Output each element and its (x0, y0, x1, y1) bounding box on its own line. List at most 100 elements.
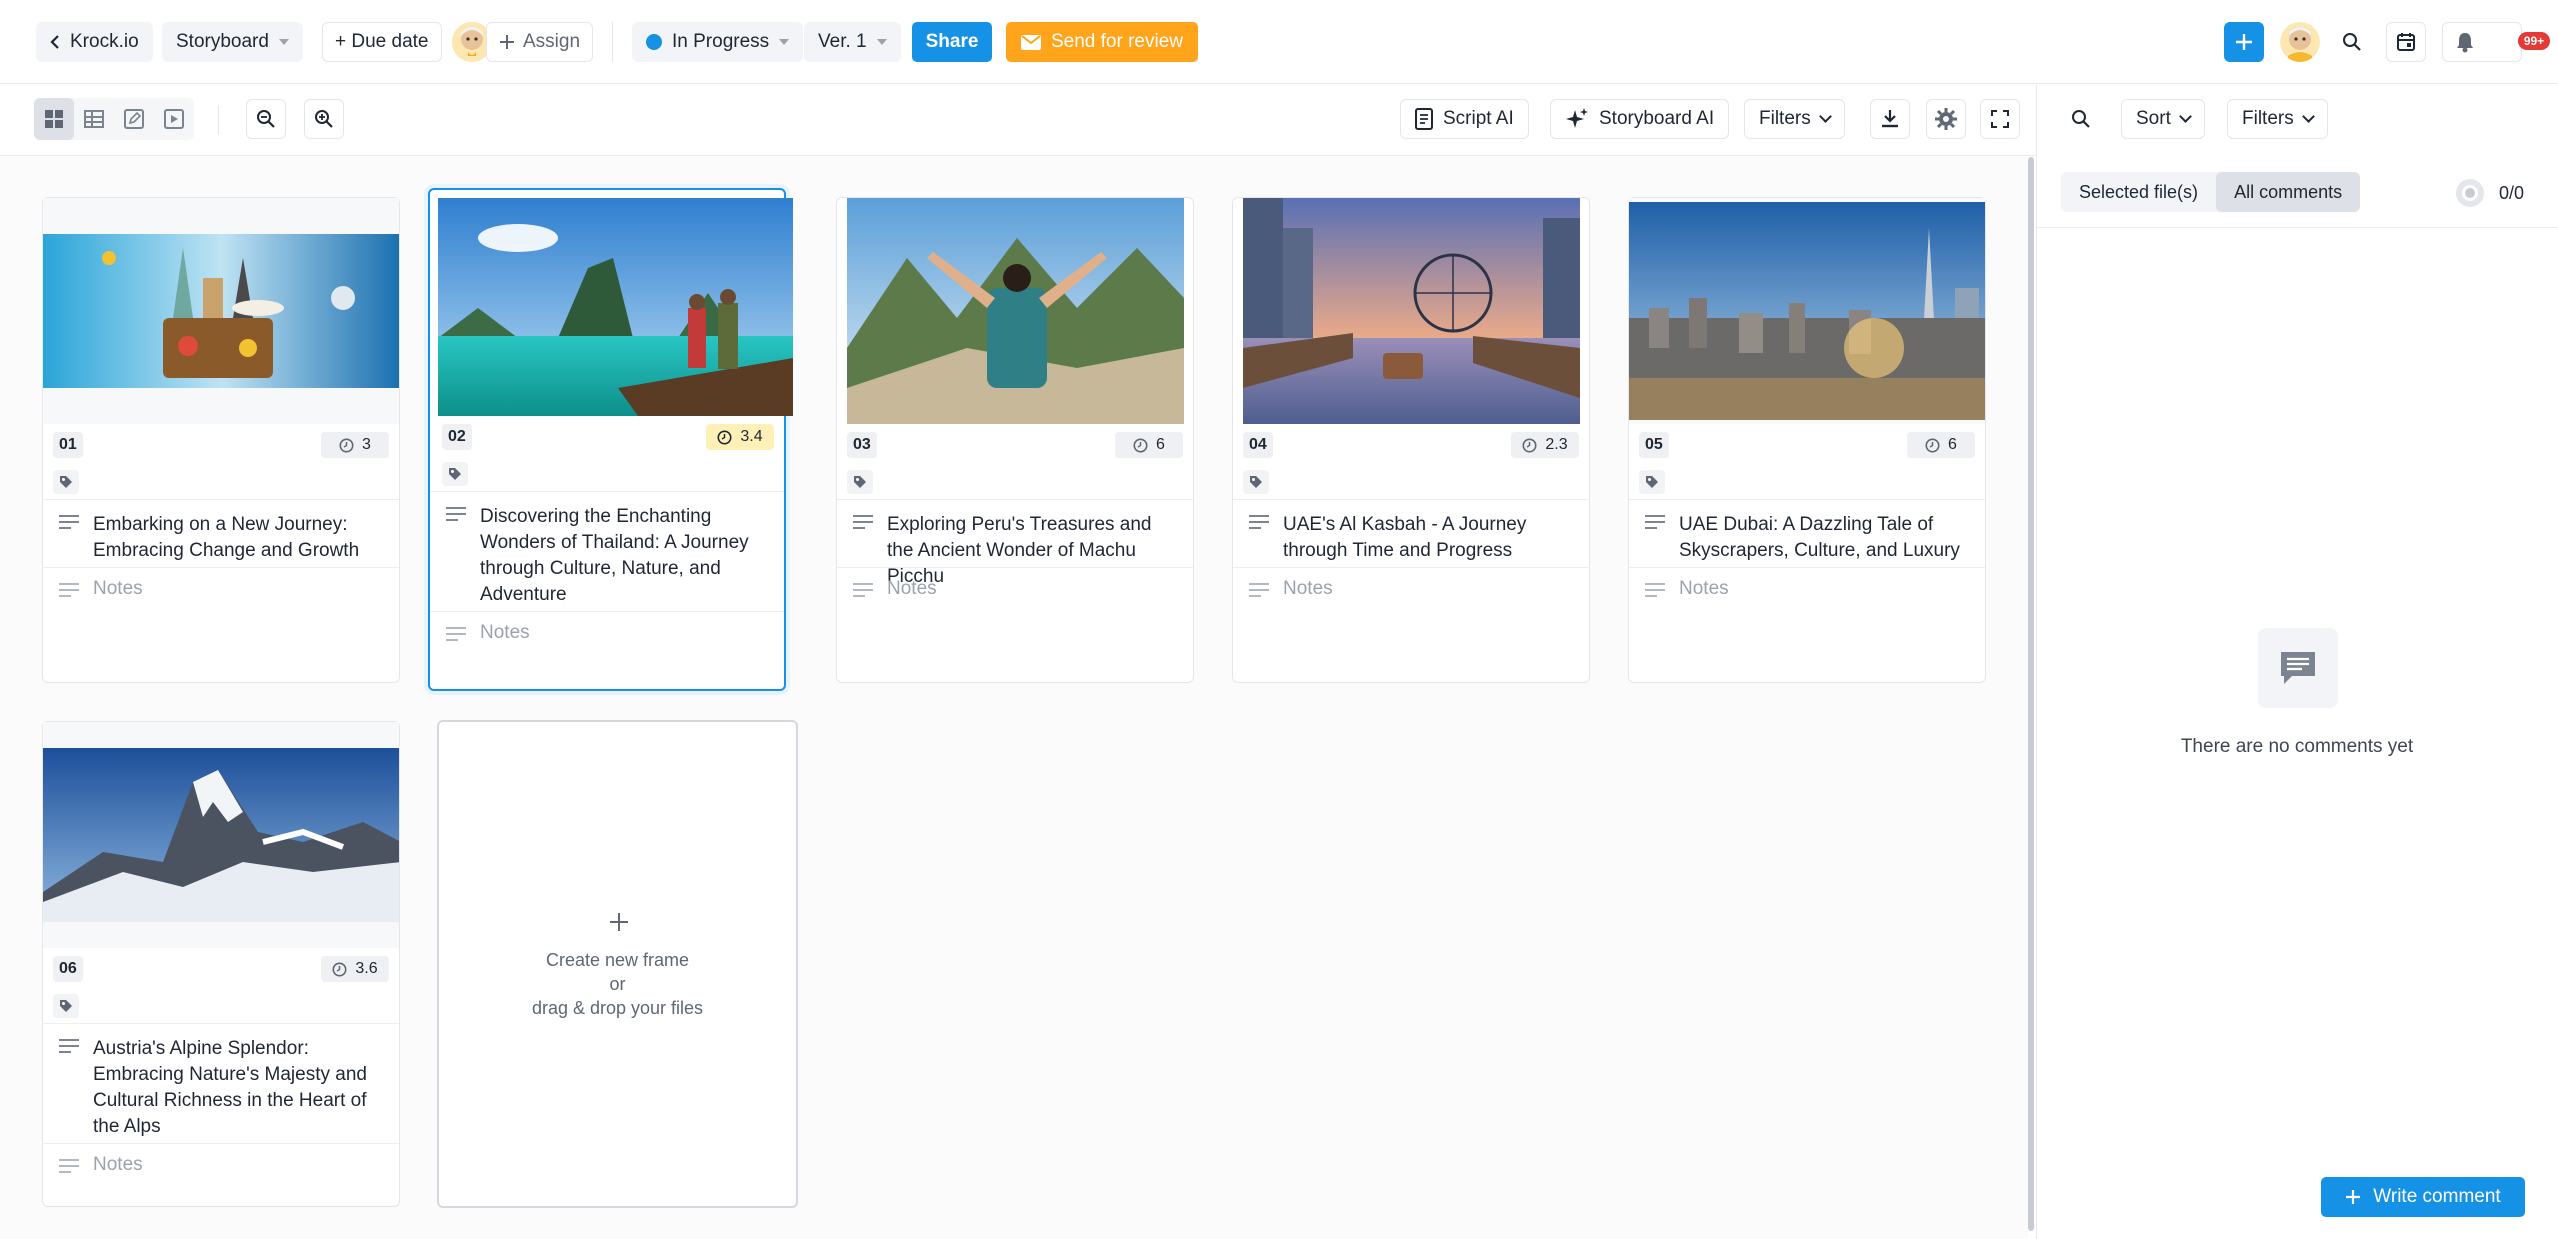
tag-icon (449, 468, 461, 480)
due-date-button[interactable]: + Due date (322, 22, 442, 62)
presentation-view-button[interactable] (154, 98, 194, 140)
add-button[interactable] (2224, 22, 2264, 62)
bell-icon (2457, 33, 2473, 53)
duration-badge[interactable]: 3.6 (321, 956, 389, 982)
zoom-out-button[interactable] (246, 99, 286, 139)
duration-badge[interactable]: 3 (321, 432, 389, 458)
tab-all-comments[interactable]: All comments (2216, 172, 2361, 212)
tag-button[interactable] (53, 994, 79, 1018)
tag-button[interactable] (847, 470, 873, 494)
frame-card[interactable]: 05 6 UAE Dubai: A Dazzling Tale of Skysc… (1628, 197, 1986, 683)
frame-card-selected[interactable]: 02 3.4 Discovering the Enchanting Wonder… (428, 188, 793, 691)
frame-script[interactable]: UAE Dubai: A Dazzling Tale of Skyscraper… (1629, 500, 1985, 568)
frame-thumbnail[interactable] (847, 198, 1184, 424)
download-icon (1882, 110, 1898, 128)
frame-thumbnail[interactable] (438, 198, 793, 416)
settings-button[interactable] (1926, 99, 1966, 139)
frame-script[interactable]: UAE's Al Kasbah - A Journey through Time… (1233, 500, 1589, 568)
download-button[interactable] (1870, 99, 1910, 139)
frame-card[interactable]: 06 3.6 Austria's Alpine Splendor: Embrac… (42, 721, 400, 1207)
frame-card[interactable]: 03 6 Exploring Peru's Treasures and the … (836, 197, 1194, 683)
version-select[interactable]: Ver. 1 (804, 22, 901, 62)
fullscreen-button[interactable] (1980, 99, 2020, 139)
presentation-icon (164, 109, 184, 129)
text-lines-icon (1645, 515, 1665, 529)
table-view-button[interactable] (74, 98, 114, 140)
frame-notes[interactable]: Notes (43, 568, 399, 612)
frame-meta: 06 3.6 (43, 948, 399, 1024)
script-text: Discovering the Enchanting Wonders of Th… (480, 506, 749, 605)
frame-notes[interactable]: Notes (1233, 568, 1589, 612)
frame-script[interactable]: Embarking on a New Journey: Embracing Ch… (43, 500, 399, 568)
write-comment-button[interactable]: Write comment (2321, 1177, 2525, 1217)
dubai-skyline-image (1629, 198, 1985, 424)
script-text: UAE's Al Kasbah - A Journey through Time… (1283, 514, 1527, 561)
tab-selected-files[interactable]: Selected file(s) (2061, 172, 2216, 212)
status-select[interactable]: In Progress (632, 22, 804, 62)
grid-view-button[interactable] (34, 98, 74, 140)
frame-card[interactable]: 04 2.3 UAE's Al Kasbah - A Journey throu… (1232, 197, 1590, 683)
sort-button[interactable]: Sort (2121, 99, 2205, 139)
comment-bubble-icon (2281, 652, 2315, 684)
machu-picchu-image (847, 198, 1184, 424)
back-button[interactable]: Krock.io (36, 22, 153, 62)
text-lines-icon (446, 507, 466, 521)
tag-button[interactable] (1243, 470, 1269, 494)
caret-down-icon (779, 39, 790, 45)
frame-notes[interactable]: Notes (1629, 568, 1985, 612)
notes-placeholder: Notes (887, 578, 937, 599)
user-avatar[interactable] (2280, 22, 2320, 62)
share-button[interactable]: Share (912, 22, 992, 62)
send-for-review-button[interactable]: Send for review (1006, 22, 1198, 62)
duration-value: 6 (1156, 436, 1165, 453)
tag-button[interactable] (442, 462, 468, 486)
zoom-out-icon (257, 110, 275, 128)
duration-badge[interactable]: 6 (1907, 432, 1975, 458)
filters-button[interactable]: Filters (1744, 99, 1845, 139)
script-ai-button[interactable]: Script AI (1400, 99, 1529, 139)
frame-number: 05 (1639, 432, 1669, 458)
view-select[interactable]: Storyboard (162, 22, 303, 62)
divider (2037, 227, 2558, 228)
tag-button[interactable] (53, 470, 79, 494)
board-scrollbar[interactable] (2028, 157, 2034, 1231)
frame-thumbnail[interactable] (1243, 198, 1580, 424)
frame-notes[interactable]: Notes (430, 612, 784, 656)
duration-badge[interactable]: 3.4 (706, 424, 774, 450)
duration-badge[interactable]: 6 (1115, 432, 1183, 458)
text-lines-icon (59, 1039, 79, 1053)
calendar-button[interactable] (2386, 22, 2426, 62)
frame-script[interactable]: Exploring Peru's Treasures and the Ancie… (837, 500, 1193, 587)
create-new-frame-dropzone[interactable]: Create new frame or drag & drop your fil… (437, 720, 798, 1208)
duration-badge[interactable]: 2.3 (1511, 432, 1579, 458)
sparkle-icon (1566, 108, 1588, 128)
plus-icon (2236, 34, 2252, 50)
storyboard-ai-button[interactable]: Storyboard AI (1550, 99, 1730, 139)
frame-script[interactable]: Austria's Alpine Splendor: Embracing Nat… (43, 1024, 399, 1144)
due-date-label: + Due date (335, 31, 429, 52)
comments-search-button[interactable] (2061, 99, 2101, 139)
radio-toggle-icon[interactable] (2455, 178, 2485, 208)
edit-view-button[interactable] (114, 98, 154, 140)
comments-filters-button[interactable]: Filters (2227, 99, 2328, 139)
sort-label: Sort (2136, 108, 2171, 129)
frame-thumbnail[interactable] (43, 198, 399, 424)
frame-thumbnail[interactable] (1629, 198, 1985, 424)
notification-count-badge: 99+ (2518, 32, 2550, 50)
frame-notes[interactable]: Notes (837, 568, 1193, 612)
zoom-in-button[interactable] (304, 99, 344, 139)
search-button[interactable] (2332, 22, 2372, 62)
frame-thumbnail[interactable] (43, 722, 399, 948)
text-lines-icon (853, 515, 873, 529)
assign-button[interactable]: Assign (486, 22, 594, 62)
notifications-button[interactable] (2442, 22, 2522, 62)
storyboard-ai-label: Storyboard AI (1599, 108, 1715, 129)
board-toolbar: Script AI Storyboard AI Filters (0, 85, 2036, 156)
frame-notes[interactable]: Notes (43, 1144, 399, 1188)
send-for-review-label: Send for review (1050, 31, 1183, 52)
tag-button[interactable] (1639, 470, 1665, 494)
status-dot-icon (646, 34, 662, 50)
chevron-down-icon (2301, 110, 2315, 123)
frame-card[interactable]: 01 3 Embarking on a New Journey: Embraci… (42, 197, 400, 683)
frame-script[interactable]: Discovering the Enchanting Wonders of Th… (430, 492, 784, 612)
